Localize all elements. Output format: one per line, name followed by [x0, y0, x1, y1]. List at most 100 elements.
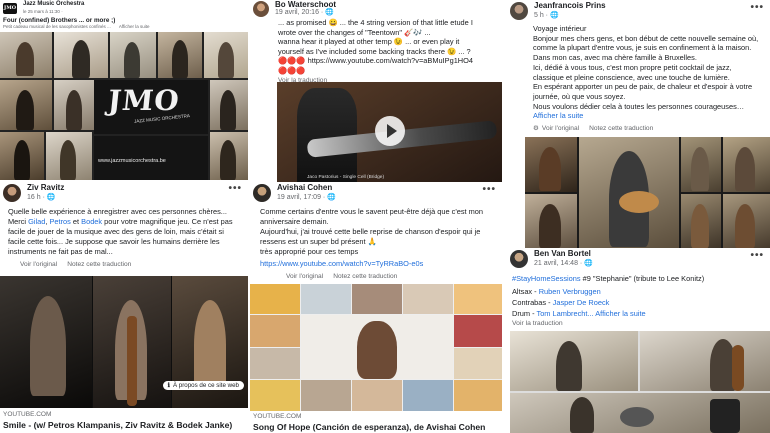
- singer-tile-7: [454, 315, 502, 347]
- singer-tile-3: [352, 284, 402, 314]
- singer-tile-5: [454, 284, 502, 314]
- author-name[interactable]: Ben Van Bortel: [534, 249, 593, 259]
- musicians-video[interactable]: [525, 137, 770, 248]
- more-options-icon[interactable]: •••: [482, 184, 496, 195]
- post-time[interactable]: 21 avril, 14:48 ·: [534, 260, 584, 267]
- show-more-link[interactable]: Afficher la suite: [594, 309, 645, 318]
- song-of-hope-video[interactable]: [250, 284, 502, 411]
- lead-singer-tile: [301, 315, 453, 379]
- bass-video[interactable]: Jaco Pastorius - Single Cell (Bridge): [277, 82, 502, 182]
- post-time[interactable]: 19 avril, 17:09 ·: [277, 194, 327, 201]
- post-time[interactable]: 19 avril, 20:16 ·: [275, 9, 325, 16]
- more-options-icon[interactable]: •••: [750, 250, 764, 261]
- link-preview-footer[interactable]: YOUTUBE.COM Smile - (w/ Petros Klampanis…: [3, 410, 232, 430]
- link-source: YOUTUBE.COM: [253, 413, 302, 420]
- singer-tile-1: [250, 284, 300, 314]
- video-url-line[interactable]: 🔴🔴🔴 https://www.youtube.com/watch?v=aBMu…: [278, 56, 474, 66]
- video-tile-sax-4: [158, 32, 202, 78]
- show-more-link[interactable]: Afficher la suite: [533, 111, 764, 121]
- video-title[interactable]: Song Of Hope (Canción de esperanza), de …: [253, 422, 485, 432]
- singer-tile-12: [352, 380, 402, 411]
- rate-translation-link[interactable]: Notez cette traduction: [67, 261, 131, 268]
- post-jazz-music-orchestra: JMO Jazz Music Orchestra le 25 mars à 11…: [0, 0, 248, 180]
- more-options-icon[interactable]: •••: [228, 183, 242, 194]
- see-original-link[interactable]: Voir l'original: [542, 125, 579, 132]
- gear-icon[interactable]: ⚙: [533, 124, 539, 132]
- logo-text: JMO: [3, 5, 17, 11]
- stayhome-session-video[interactable]: [510, 331, 770, 433]
- video-tile-drums: [210, 132, 248, 180]
- tag-gilad[interactable]: Gilad: [28, 217, 45, 226]
- singer-tile-4: [403, 284, 453, 314]
- rate-translation-link[interactable]: Notez cette traduction: [333, 273, 397, 280]
- translation-actions: Voir l'original Notez cette traduction: [0, 255, 248, 268]
- post-header: Jeanfrancois Prins 5 h · 🌐 •••: [507, 0, 770, 22]
- play-button[interactable]: [375, 116, 405, 146]
- rate-translation-link[interactable]: Notez cette traduction: [589, 125, 653, 132]
- tag-petros[interactable]: Petros: [50, 217, 71, 226]
- link-preview-footer[interactable]: YOUTUBE.COM Song Of Hope (Canción de esp…: [253, 412, 485, 432]
- post-header: Ben Van Bortel 21 avril, 14:48 · 🌐 •••: [507, 248, 770, 270]
- video-tile-cellist-2: [525, 194, 577, 248]
- video-url[interactable]: https://www.youtube.com/watch?v=TyRRaBO-…: [260, 259, 492, 269]
- post-ziv-ravitz: Ziv Ravitz 16 h · 🌐 ••• Quelle belle exp…: [0, 181, 248, 433]
- about-website-badge[interactable]: ℹ À propos de ce site web: [162, 381, 244, 390]
- post-ben-van-bortel: Ben Van Bortel 21 avril, 14:48 · 🌐 ••• #…: [507, 248, 770, 433]
- see-translation-link[interactable]: Voir la traduction: [507, 319, 770, 327]
- page-logo[interactable]: JMO: [3, 2, 17, 14]
- video-tile-violin: [681, 137, 721, 192]
- singer-tile-13: [403, 380, 453, 411]
- see-more-link[interactable]: Afficher la suite: [119, 24, 150, 29]
- author-name[interactable]: Bo Waterschoot: [275, 0, 336, 9]
- post-text: Comme certains d'entre vous le savent pe…: [250, 204, 502, 269]
- video-tile-keys: [0, 80, 52, 130]
- post-time[interactable]: 16 h ·: [27, 194, 47, 201]
- video-tile-piano: [0, 276, 92, 408]
- avatar[interactable]: [253, 0, 269, 17]
- tag-tom[interactable]: Tom Lambrecht...: [537, 309, 594, 318]
- post-text: #StayHomeSessions #9 "Stephanie" (tribut…: [512, 274, 705, 318]
- avatar[interactable]: [510, 250, 528, 268]
- translation-actions: ⚙ Voir l'original Notez cette traduction: [507, 121, 770, 133]
- play-icon: [386, 124, 397, 138]
- video-tile-trumpet: [210, 80, 248, 130]
- author-name[interactable]: Avishai Cohen: [277, 183, 336, 193]
- globe-icon: 🌐: [584, 260, 593, 267]
- singer-tile-8: [250, 348, 300, 379]
- post-text: Voyage intérieur Bonjour mes chers gens,…: [507, 22, 770, 121]
- post-text: Quelle belle expérience à enregistrer av…: [8, 207, 233, 255]
- author-name[interactable]: Jeanfrancois Prins: [534, 1, 606, 11]
- post-time[interactable]: 5 h ·: [534, 12, 550, 19]
- tag-ruben[interactable]: Ruben Verbruggen: [539, 287, 601, 296]
- website-panel: www.jazzmusicorchestra.be: [94, 136, 208, 180]
- about-website-label: À propos de ce site web: [172, 382, 239, 389]
- post-bo-waterschoot: Bo Waterschoot 19 avril, 20:16 · 🌐 ... a…: [250, 0, 502, 182]
- tag-jasper[interactable]: Jasper De Roeck: [553, 298, 610, 307]
- hashtag-stayhomesessions[interactable]: #StayHomeSessions: [512, 274, 581, 283]
- singer-tile-10: [250, 380, 300, 411]
- singer-tile-2: [301, 284, 351, 314]
- page-name[interactable]: Jazz Music Orchestra: [23, 1, 84, 8]
- post-date[interactable]: le 25 mars à 11:30 ·: [23, 9, 63, 14]
- globe-icon: 🌐: [325, 8, 334, 16]
- video-tile-sax-2: [54, 32, 108, 78]
- post-header: JMO Jazz Music Orchestra le 25 mars à 11…: [0, 0, 248, 16]
- globe-icon: 🌐: [46, 194, 56, 201]
- video-tile-guitarist: [579, 137, 679, 248]
- video-tile-sax-5: [204, 32, 248, 78]
- jmo-logo: JMO: [106, 84, 182, 117]
- post-subtitle: Petit cadeau musical de les saxophoniste…: [3, 24, 111, 29]
- avatar[interactable]: [3, 184, 21, 202]
- video-title[interactable]: Smile - (w/ Petros Klampanis, Ziv Ravitz…: [3, 420, 232, 430]
- author-name[interactable]: Ziv Ravitz: [27, 183, 64, 193]
- singer-tile-9: [454, 348, 502, 379]
- see-original-link[interactable]: Voir l'original: [286, 273, 323, 280]
- avatar[interactable]: [510, 2, 528, 20]
- smile-video[interactable]: ℹ À propos de ce site web: [0, 276, 248, 408]
- avatar[interactable]: [253, 184, 271, 202]
- orchestra-video[interactable]: JMO JAZZ MUSIC ORCHESTRA www.jazzmusicor…: [0, 32, 248, 180]
- tag-bodek[interactable]: Bodek: [81, 217, 102, 226]
- see-original-link[interactable]: Voir l'original: [20, 261, 57, 268]
- more-options-icon[interactable]: •••: [750, 2, 764, 13]
- video-tile-contrabas: [640, 331, 770, 391]
